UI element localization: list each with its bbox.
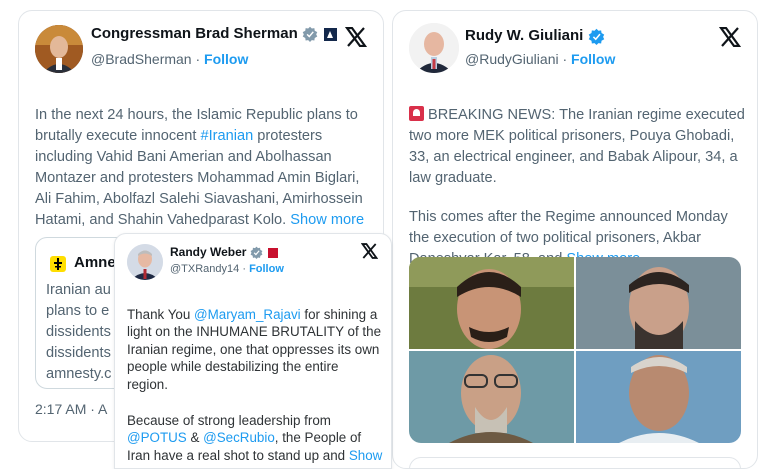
follow-button-sherman[interactable]: Follow xyxy=(204,51,248,67)
author-name-giuliani[interactable]: Rudy W. Giuliani xyxy=(465,27,605,45)
quoted-line-3: dissidents xyxy=(46,324,111,340)
verified-badge-icon xyxy=(250,246,263,260)
tweet-timestamp-sherman[interactable]: 2:17 AM · A xyxy=(35,401,107,417)
mention-link-rajavi[interactable]: @Maryam_Rajavi xyxy=(194,307,301,322)
prisoner-photos-image xyxy=(409,257,741,443)
follow-button-weber[interactable]: Follow xyxy=(249,263,284,275)
amnesty-logo-icon xyxy=(50,256,66,272)
quoted-line-1: Iranian au xyxy=(46,282,111,298)
avatar-giuliani[interactable] xyxy=(409,23,459,73)
author-handle-giuliani: @RudyGiuliani · Follow xyxy=(465,51,616,67)
x-logo-icon[interactable] xyxy=(345,27,367,47)
follow-button-giuliani[interactable]: Follow xyxy=(571,51,615,67)
siren-icon xyxy=(409,106,424,121)
hashtag-link[interactable]: #Iranian xyxy=(201,128,254,144)
tweet-card-weber: Randy Weber @TXRandy14 · Follow Thank Yo… xyxy=(114,233,392,469)
verified-badge-icon xyxy=(588,28,604,45)
mention-link-secrubio[interactable]: @SecRubio xyxy=(203,430,275,445)
quoted-line-4: dissidents xyxy=(46,345,111,361)
author-handle-weber: @TXRandy14 · Follow xyxy=(170,263,284,275)
giuliani-portrait-icon xyxy=(409,23,459,73)
x-logo-icon[interactable] xyxy=(361,243,378,259)
avatar-weber[interactable] xyxy=(127,244,163,280)
author-name-weber[interactable]: Randy Weber xyxy=(170,245,279,260)
tweet-card-giuliani: Rudy W. Giuliani @RudyGiuliani · Follow … xyxy=(392,10,758,469)
quoted-line-5: amnesty.c xyxy=(46,366,112,382)
tweet-text-giuliani: BREAKING NEWS: The Iranian regime execut… xyxy=(409,106,745,186)
avatar-sherman[interactable] xyxy=(35,25,83,73)
quoted-line-2: plans to e xyxy=(46,303,110,319)
tweet-text-sherman: In the next 24 hours, the Islamic Republ… xyxy=(35,107,365,228)
author-name-sherman[interactable]: Congressman Brad Sherman xyxy=(91,25,338,43)
tweet-text-weber-1: Thank You @Maryam_Rajavi for shining a l… xyxy=(127,306,382,392)
weber-portrait-icon xyxy=(127,244,163,280)
x-logo-icon[interactable] xyxy=(719,27,741,47)
tweet-media-grid[interactable] xyxy=(409,257,741,443)
sherman-portrait-icon xyxy=(35,25,83,73)
affiliation-badge-icon xyxy=(324,27,338,41)
quoted-author-name: Amne xyxy=(74,254,116,271)
tweet-text-weber-2: Because of strong leadership from @POTUS… xyxy=(127,394,383,469)
next-item-card xyxy=(409,457,741,468)
mention-link-potus[interactable]: @POTUS xyxy=(127,430,187,445)
verified-badge-icon xyxy=(302,26,318,43)
show-more-link-sherman[interactable]: Show more xyxy=(290,212,364,228)
affiliation-badge-icon xyxy=(268,247,279,258)
author-handle-sherman: @BradSherman · Follow xyxy=(91,51,249,67)
